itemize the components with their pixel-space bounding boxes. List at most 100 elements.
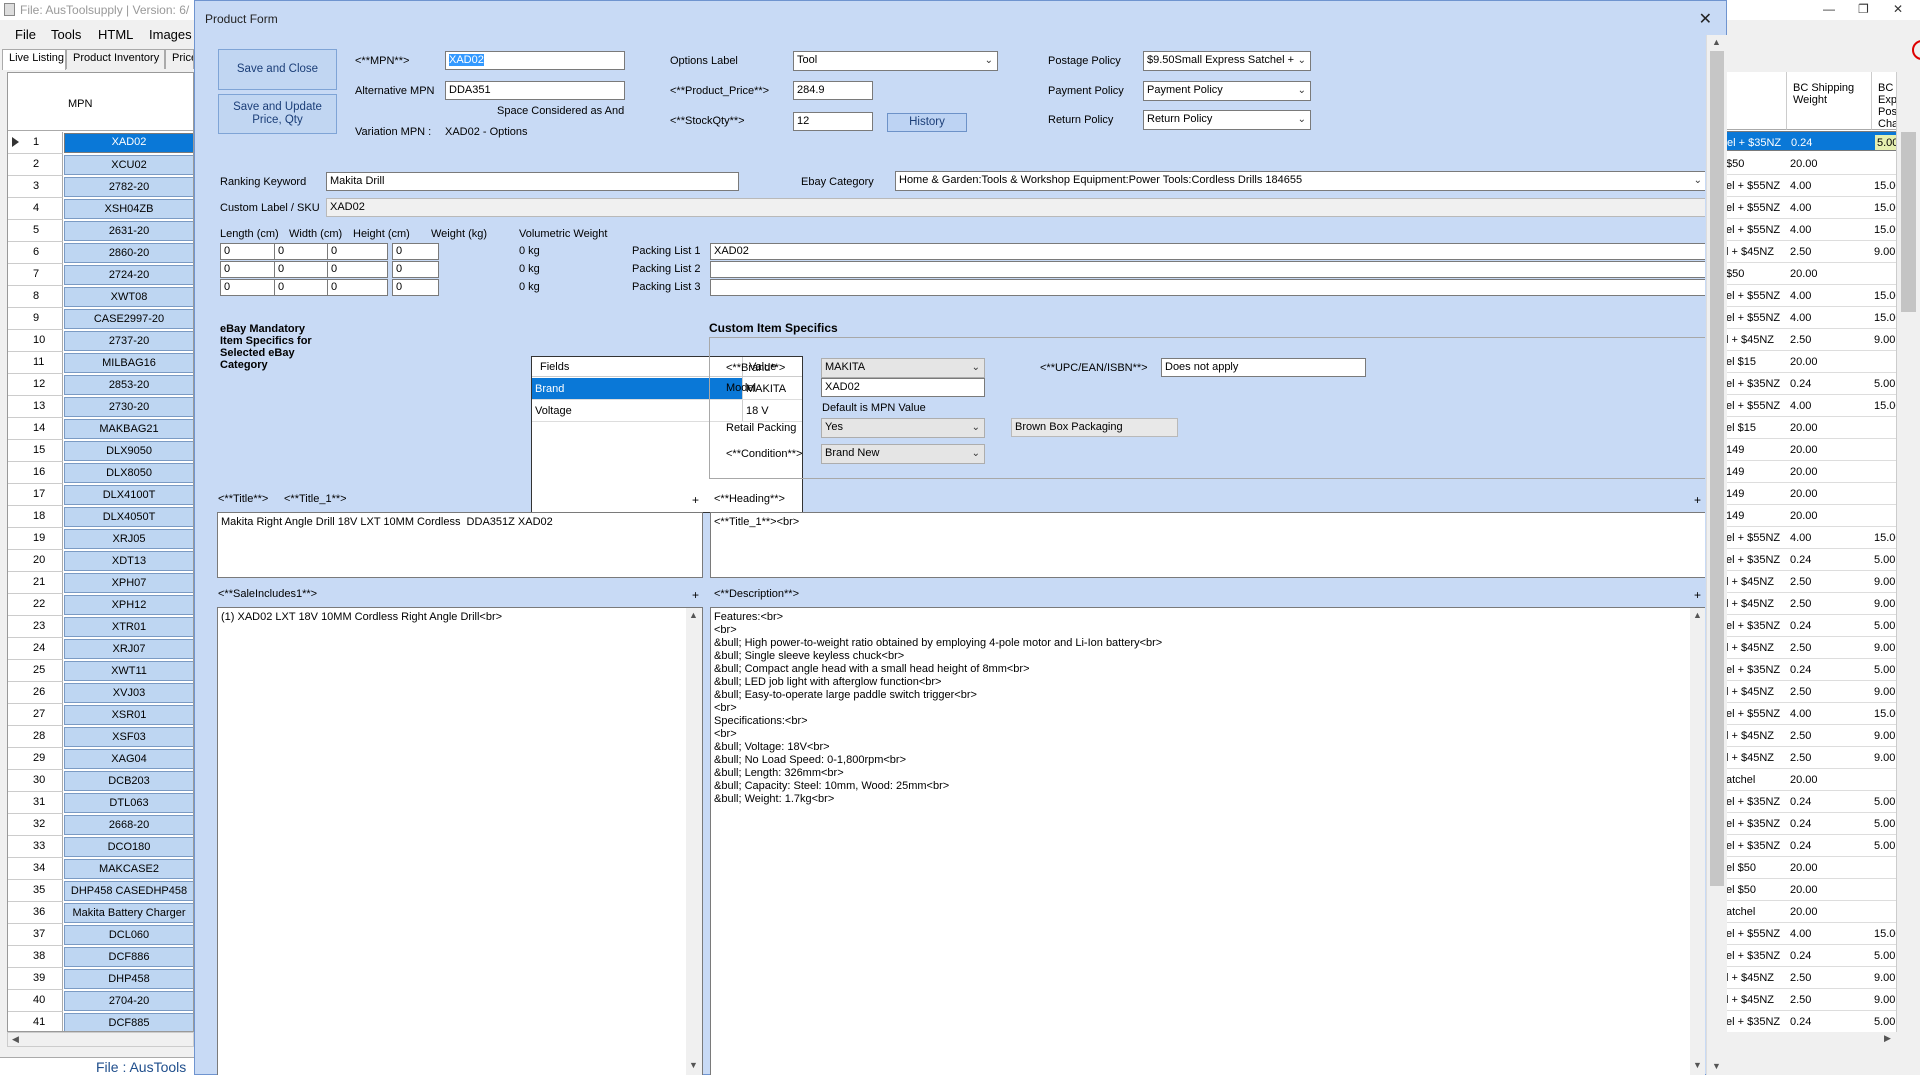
table-row[interactable]: el $15 20.00: [1726, 417, 1920, 439]
scrollbar-thumb[interactable]: [1710, 51, 1724, 886]
row-number[interactable]: 27: [8, 704, 63, 726]
row-number[interactable]: 22: [8, 594, 63, 616]
table-row[interactable]: 1 XAD02: [8, 132, 193, 154]
mpn-cell[interactable]: MILBAG16: [64, 353, 193, 373]
row-number[interactable]: 14: [8, 418, 63, 440]
mpn-cell[interactable]: XPH12: [64, 595, 193, 615]
brand-select[interactable]: MAKITA ⌄: [821, 358, 985, 378]
table-row[interactable]: $50 20.00: [1726, 263, 1920, 285]
table-row[interactable]: el + $35NZ 0.24 5.00: [1726, 373, 1920, 395]
table-row[interactable]: 149 20.00: [1726, 505, 1920, 527]
table-row[interactable]: 32 2668-20: [8, 814, 193, 836]
mpn-cell[interactable]: 2860-20: [64, 243, 193, 263]
row-number[interactable]: 21: [8, 572, 63, 594]
table-row[interactable]: 41 DCF885: [8, 1012, 193, 1031]
mpn-cell[interactable]: DCF885: [64, 1013, 193, 1031]
table-row[interactable]: l + $45NZ 2.50 9.00: [1726, 989, 1920, 1011]
table-row[interactable]: 31 DTL063: [8, 792, 193, 814]
table-row[interactable]: l + $45NZ 2.50 9.00: [1726, 967, 1920, 989]
add-title-icon[interactable]: +: [692, 493, 699, 507]
table-row[interactable]: 14 MAKBAG21: [8, 418, 193, 440]
row-number[interactable]: 33: [8, 836, 63, 858]
table-row[interactable]: 19 XRJ05: [8, 528, 193, 550]
row-number[interactable]: 37: [8, 924, 63, 946]
row-number[interactable]: 19: [8, 528, 63, 550]
table-row[interactable]: l + $45NZ 2.50 9.00: [1726, 593, 1920, 615]
mpn-cell[interactable]: 2668-20: [64, 815, 193, 835]
dialog-vertical-scrollbar[interactable]: ▲ ▼: [1706, 35, 1727, 1075]
row-number[interactable]: 36: [8, 902, 63, 924]
mpn-cell[interactable]: XWT08: [64, 287, 193, 307]
row-number[interactable]: 34: [8, 858, 63, 880]
table-row[interactable]: $50 20.00: [1726, 153, 1920, 175]
table-row[interactable]: 34 MAKCASE2: [8, 858, 193, 880]
postage-policy-select[interactable]: $9.50Small Express Satchel + ⌄: [1143, 51, 1311, 71]
dimension-input-l[interactable]: 0: [220, 279, 281, 296]
mpn-cell[interactable]: Makita Battery Charger: [64, 903, 193, 923]
column-header-shipping-weight[interactable]: BC Shipping Weight: [1786, 72, 1871, 130]
mpn-cell[interactable]: XAG04: [64, 749, 193, 769]
row-number[interactable]: 30: [8, 770, 63, 792]
mpn-cell[interactable]: DTL063: [64, 793, 193, 813]
packing-list-input[interactable]: [710, 261, 1705, 278]
row-number[interactable]: 23: [8, 616, 63, 638]
mpn-cell[interactable]: 2631-20: [64, 221, 193, 241]
table-row[interactable]: 11 MILBAG16: [8, 352, 193, 374]
history-button[interactable]: History: [887, 113, 967, 132]
tab-price[interactable]: Price: [165, 49, 194, 69]
mpn-cell[interactable]: XSR01: [64, 705, 193, 725]
row-number[interactable]: 10: [8, 330, 63, 352]
table-row[interactable]: el + $35NZ 0.24 5.00: [1726, 659, 1920, 681]
table-row[interactable]: 27 XSR01: [8, 704, 193, 726]
row-number[interactable]: 39: [8, 968, 63, 990]
row-number[interactable]: 3: [8, 176, 63, 198]
dimension-input-w[interactable]: 0: [274, 243, 333, 260]
table-row[interactable]: l + $45NZ 2.50 9.00: [1726, 747, 1920, 769]
mpn-cell[interactable]: 2730-20: [64, 397, 193, 417]
save-and-update-button[interactable]: Save and Update Price, Qty: [218, 94, 337, 134]
dimension-input-l[interactable]: 0: [220, 243, 281, 260]
table-row[interactable]: 7 2724-20: [8, 264, 193, 286]
minimize-icon[interactable]: —: [1823, 2, 1835, 16]
stock-input[interactable]: 12: [793, 112, 873, 131]
table-row[interactable]: 17 DLX4100T: [8, 484, 193, 506]
table-row[interactable]: 24 XRJ07: [8, 638, 193, 660]
table-row[interactable]: 8 XWT08: [8, 286, 193, 308]
payment-policy-select[interactable]: Payment Policy ⌄: [1143, 81, 1311, 101]
upc-input[interactable]: Does not apply: [1161, 358, 1366, 377]
mpn-cell[interactable]: XRJ07: [64, 639, 193, 659]
description-textarea[interactable]: Features:<br> <br> &bull; High power-to-…: [710, 607, 1705, 1075]
add-sale-includes-icon[interactable]: +: [692, 588, 699, 602]
table-row[interactable]: el $50 20.00: [1726, 879, 1920, 901]
table-row[interactable]: 21 XPH07: [8, 572, 193, 594]
mpn-cell[interactable]: MAKCASE2: [64, 859, 193, 879]
row-number[interactable]: 15: [8, 440, 63, 462]
row-number[interactable]: 20: [8, 550, 63, 572]
table-row[interactable]: 18 DLX4050T: [8, 506, 193, 528]
table-row[interactable]: atchel 20.00: [1726, 769, 1920, 791]
row-number[interactable]: 1: [8, 132, 63, 154]
heading-textarea[interactable]: <**Title_1**><br>: [710, 512, 1705, 578]
mpn-cell[interactable]: 2782-20: [64, 177, 193, 197]
dimension-input-w[interactable]: 0: [274, 261, 333, 278]
table-row[interactable]: 5 2631-20: [8, 220, 193, 242]
column-header-mpn[interactable]: MPN: [68, 98, 92, 110]
mpn-cell[interactable]: XDT13: [64, 551, 193, 571]
sku-input[interactable]: XAD02: [326, 198, 1705, 217]
table-row[interactable]: el + $35NZ 0.24 5.00: [1726, 615, 1920, 637]
row-number[interactable]: 16: [8, 462, 63, 484]
mpn-input[interactable]: XAD02: [445, 51, 625, 70]
table-row[interactable]: el + $55NZ 4.00 15.00: [1726, 703, 1920, 725]
mpn-cell[interactable]: DLX4050T: [64, 507, 193, 527]
mpn-cell[interactable]: DHP458 CASEDHP458: [64, 881, 193, 901]
mpn-cell[interactable]: 2724-20: [64, 265, 193, 285]
grid-horizontal-scrollbar[interactable]: ◀: [7, 1032, 194, 1047]
table-row[interactable]: 33 DCO180: [8, 836, 193, 858]
table-row[interactable]: 16 DLX8050: [8, 462, 193, 484]
dimension-input-h[interactable]: 0: [327, 261, 388, 278]
mpn-cell[interactable]: XSF03: [64, 727, 193, 747]
table-row[interactable]: 6 2860-20: [8, 242, 193, 264]
title-textarea[interactable]: Makita Right Angle Drill 18V LXT 10MM Co…: [217, 512, 703, 578]
table-row[interactable]: l + $45NZ 2.50 9.00: [1726, 637, 1920, 659]
table-row[interactable]: 35 DHP458 CASEDHP458: [8, 880, 193, 902]
